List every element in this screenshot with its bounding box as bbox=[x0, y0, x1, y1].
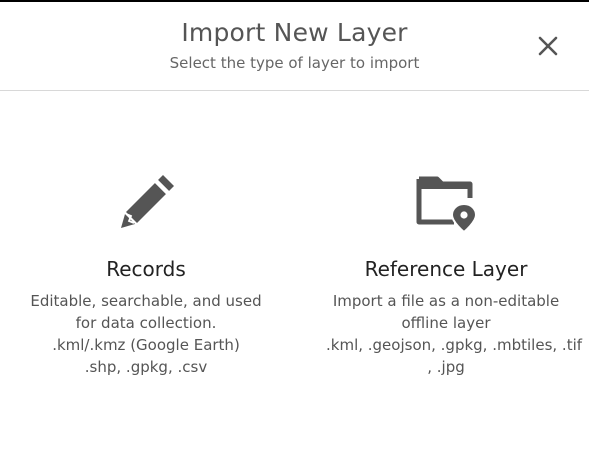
records-description: Editable, searchable, and used for data … bbox=[26, 290, 266, 378]
reference-layer-description: Import a file as a non-editable offline … bbox=[326, 290, 583, 378]
reference-desc-line: Import a file as a non-editable bbox=[332, 292, 560, 310]
reference-icon-wrap bbox=[326, 170, 566, 232]
import-layer-dialog: Import New Layer Select the type of laye… bbox=[0, 0, 589, 451]
records-heading: Records bbox=[106, 257, 186, 281]
close-button[interactable] bbox=[534, 32, 562, 60]
records-desc-line: .shp, .gpkg, .csv bbox=[84, 358, 208, 376]
reference-desc-line: .kml, .geojson, .gpkg, .mbtiles, .tif bbox=[326, 336, 583, 354]
records-icon-wrap bbox=[26, 170, 266, 232]
reference-layer-heading: Reference Layer bbox=[364, 257, 528, 281]
close-icon bbox=[538, 36, 558, 56]
dialog-header: Import New Layer Select the type of laye… bbox=[0, 0, 589, 91]
reference-layer-option[interactable]: Reference Layer Import a file as a non-e… bbox=[326, 170, 583, 378]
folder-location-icon bbox=[416, 176, 478, 232]
records-option[interactable]: Records Editable, searchable, and used f… bbox=[26, 170, 266, 378]
dialog-title: Import New Layer bbox=[181, 18, 408, 47]
records-desc-line: .kml/.kmz (Google Earth) bbox=[52, 336, 240, 354]
reference-desc-line: , .jpg bbox=[427, 358, 465, 376]
pencil-icon bbox=[121, 175, 174, 228]
dialog-subtitle: Select the type of layer to import bbox=[169, 54, 420, 72]
records-desc-line: Editable, searchable, and used bbox=[30, 292, 262, 310]
records-desc-line: for data collection. bbox=[75, 314, 217, 332]
reference-desc-line: offline layer bbox=[401, 314, 491, 332]
